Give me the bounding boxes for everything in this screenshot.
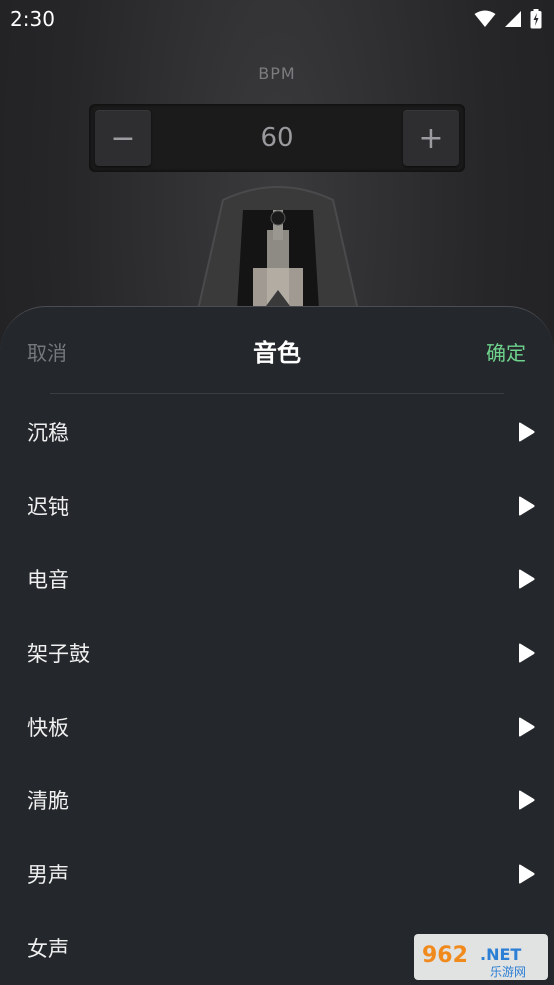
- watermark-logo: 962 .NET 乐游网: [414, 934, 548, 980]
- bpm-label: BPM: [258, 64, 296, 83]
- tone-item-label: 快板: [27, 715, 69, 740]
- status-time: 2:30: [10, 7, 55, 31]
- play-icon[interactable]: [516, 643, 536, 663]
- confirm-button[interactable]: 确定: [486, 337, 526, 366]
- tone-item-label: 女声: [27, 936, 69, 961]
- play-icon[interactable]: [516, 864, 536, 884]
- tone-item-5[interactable]: 清脆: [0, 763, 554, 837]
- wifi-icon: [474, 10, 496, 27]
- tone-item-label: 男声: [27, 862, 69, 887]
- play-icon[interactable]: [516, 790, 536, 810]
- tone-item-6[interactable]: 男声: [0, 837, 554, 911]
- sheet-header: 取消 音色 确定: [0, 307, 554, 393]
- play-icon[interactable]: [516, 717, 536, 737]
- tone-item-4[interactable]: 快板: [0, 690, 554, 764]
- tone-picker-sheet: 取消 音色 确定 沉稳 迟钝 电音 架子鼓 快板 清脆 男声 女声: [0, 306, 554, 985]
- svg-text:.NET: .NET: [480, 945, 521, 964]
- decrease-bpm-button[interactable]: −: [95, 110, 151, 166]
- header-divider: [50, 393, 504, 394]
- battery-icon: [530, 9, 542, 29]
- signal-icon: [505, 11, 521, 27]
- tone-item-label: 清脆: [27, 789, 69, 814]
- svg-text:乐游网: 乐游网: [490, 965, 526, 979]
- bpm-value: 60: [260, 123, 294, 153]
- status-icons: [474, 9, 542, 29]
- svg-text:962: 962: [422, 943, 468, 968]
- tone-item-label: 电音: [27, 568, 69, 593]
- play-icon[interactable]: [516, 496, 536, 516]
- play-icon[interactable]: [516, 422, 536, 442]
- play-icon[interactable]: [516, 569, 536, 589]
- tone-list: 沉稳 迟钝 电音 架子鼓 快板 清脆 男声 女声: [0, 395, 554, 985]
- tone-item-label: 沉稳: [27, 420, 69, 445]
- tone-item-label: 架子鼓: [27, 641, 90, 666]
- tone-item-1[interactable]: 迟钝: [0, 469, 554, 543]
- increase-bpm-button[interactable]: +: [403, 110, 459, 166]
- tone-item-0[interactable]: 沉稳: [0, 395, 554, 469]
- bpm-control: − 60 +: [89, 104, 465, 172]
- tone-item-3[interactable]: 架子鼓: [0, 616, 554, 690]
- tone-item-2[interactable]: 电音: [0, 542, 554, 616]
- status-bar: 2:30: [0, 0, 554, 38]
- sheet-title: 音色: [253, 339, 301, 367]
- tone-item-label: 迟钝: [27, 494, 69, 519]
- metronome-illustration: [196, 186, 360, 311]
